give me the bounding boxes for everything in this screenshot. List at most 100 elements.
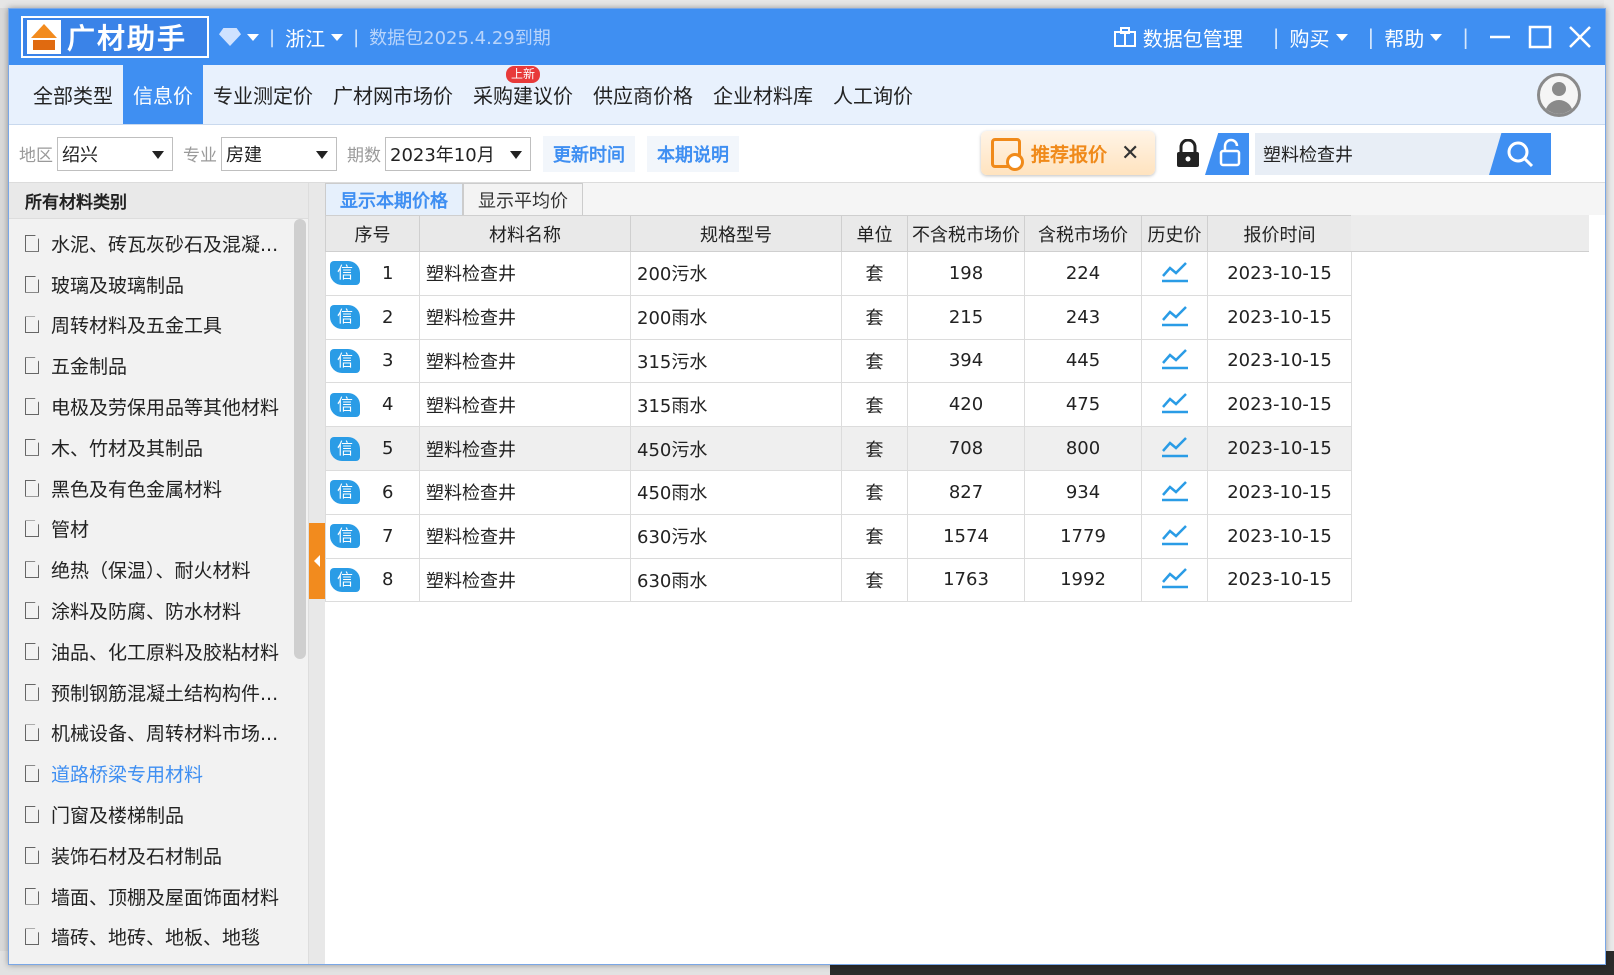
tab-professional-price[interactable]: 专业测定价 [203,65,323,124]
spec-cell: 315雨水 [630,382,842,428]
sidebar-item[interactable]: 门窗及楼梯制品 [9,794,295,835]
col-seq[interactable]: 序号 [325,215,420,252]
line-chart-icon[interactable] [1160,565,1190,589]
tab-purchase-price[interactable]: 上新 采购建议价 [463,65,583,124]
search-button[interactable] [1489,133,1551,175]
document-icon [25,316,39,334]
sidebar-item[interactable]: 周转材料及五金工具 [9,305,295,346]
sidebar-item[interactable]: 黑色及有色金属材料 [9,468,295,509]
line-chart-icon[interactable] [1160,303,1190,327]
col-spec[interactable]: 规格型号 [630,215,842,252]
col-history[interactable]: 历史价 [1141,215,1208,252]
table-row[interactable]: 信 4 塑料检查井 315雨水套 420 475 2023-10-15 [325,382,1352,428]
name-cell: 塑料检查井 [419,338,631,384]
sidebar-item-label: 墙砖、地砖、地板、地毯 [51,927,261,950]
sidebar-item-label: 电极及劳保用品等其他材料 [51,397,280,420]
close-icon[interactable]: ✕ [1121,141,1139,166]
table-row[interactable]: 信 6 塑料检查井 450雨水套 827 934 2023-10-15 [325,469,1352,515]
vip-gem-icon[interactable] [219,28,241,46]
period-select[interactable]: 2023年10月 [385,136,531,171]
sidebar-item[interactable]: 道路桥梁专用材料 [9,753,295,794]
line-chart-icon[interactable] [1160,390,1190,414]
col-date[interactable]: 报价时间 [1207,215,1352,252]
col-price-ex[interactable]: 不含税市场价 [907,215,1025,252]
maximize-button[interactable] [1521,18,1559,56]
tab-all-types[interactable]: 全部类型 [9,65,123,124]
line-chart-icon[interactable] [1160,478,1190,502]
tab-enterprise-library[interactable]: 企业材料库 [703,65,823,124]
package-status: 数据包2025.4.29到期 [369,28,551,49]
history-cell[interactable] [1141,294,1208,340]
table-row[interactable]: 信 2 塑料检查井 200雨水套 215 243 2023-10-15 [325,294,1352,340]
history-cell[interactable] [1141,513,1208,559]
unit-cell: 套 [841,338,908,384]
history-cell[interactable] [1141,382,1208,428]
avatar[interactable] [1537,73,1581,117]
recommend-price-button[interactable]: 推荐报价 ✕ [981,131,1155,175]
collapse-sidebar-button[interactable] [309,523,325,599]
history-cell[interactable] [1141,251,1208,296]
sidebar-item[interactable]: 墙面、顶棚及屋面饰面材料 [9,876,295,917]
history-cell[interactable] [1141,557,1208,603]
help-menu[interactable]: 帮助 [1384,23,1443,52]
table-row[interactable]: 信 3 塑料检查井 315污水套 394 445 2023-10-15 [325,338,1352,384]
col-unit[interactable]: 单位 [841,215,908,252]
table-row[interactable]: 信 7 塑料检查井 630污水套 1574 1779 2023-10-15 [325,513,1352,559]
sidebar-item[interactable]: 木、竹材及其制品 [9,427,295,468]
minimize-button[interactable] [1481,18,1519,56]
chevron-left-icon [314,555,320,567]
date-cell: 2023-10-15 [1207,469,1352,515]
history-cell[interactable] [1141,338,1208,384]
period-note-button[interactable]: 本期说明 [647,135,739,172]
region-dropdown[interactable]: 浙江 [285,23,344,52]
line-chart-icon[interactable] [1160,259,1190,283]
history-cell[interactable] [1141,426,1208,471]
col-price-in[interactable]: 含税市场价 [1024,215,1142,252]
table-row[interactable]: 信 8 塑料检查井 630雨水套 1763 1992 2023-10-15 [325,557,1352,603]
package-mgmt-label: 数据包管理 [1142,26,1243,51]
sidebar-item[interactable]: 墙砖、地砖、地板、地毯 [9,917,295,958]
search-input[interactable] [1255,134,1485,174]
sidebar-item[interactable]: 五金制品 [9,345,295,386]
sidebar-item-label: 黑色及有色金属材料 [51,478,223,501]
buy-menu[interactable]: 购买 [1290,23,1348,52]
sidebar-item[interactable]: 涂料及防腐、防水材料 [9,590,295,631]
tab-info-price[interactable]: 信息价 [123,65,203,124]
tab-average-price[interactable]: 显示平均价 [463,183,583,215]
table-row[interactable]: 信 1 塑料检查井 200污水套 198 224 2023-10-15 [325,251,1352,296]
tab-current-price[interactable]: 显示本期价格 [325,183,463,215]
close-button[interactable] [1561,18,1599,56]
filter-bar: 地区 绍兴 专业 房建 期数 2023年10月 更新时间 本期说明 推荐报价 ✕ [9,125,1605,183]
sidebar-item[interactable]: 电极及劳保用品等其他材料 [9,386,295,427]
unlock-button[interactable] [1205,133,1249,175]
table-row[interactable]: 信 5 塑料检查井 450污水套 708 800 2023-10-15 [325,426,1352,471]
lock-icon[interactable] [1175,139,1201,169]
line-chart-icon[interactable] [1160,346,1190,370]
update-time-button[interactable]: 更新时间 [543,135,635,172]
sidebar-item[interactable]: 管材 [9,509,295,550]
package-mgmt-button[interactable]: 数据包管理 [1113,23,1243,52]
tab-market-price[interactable]: 广材网市场价 [323,65,463,124]
price-ex-cell: 198 [907,251,1025,296]
history-cell[interactable] [1141,469,1208,515]
date-cell: 2023-10-15 [1207,251,1352,296]
sidebar-item[interactable]: 绝热（保温）、耐火材料 [9,549,295,590]
major-select[interactable]: 房建 [221,136,337,171]
sidebar-item[interactable]: 玻璃及玻璃制品 [9,264,295,305]
sidebar-item[interactable]: 水泥、砖瓦灰砂石及混凝... [9,223,295,264]
chevron-down-icon[interactable] [247,33,259,41]
line-chart-icon[interactable] [1160,522,1190,546]
col-name[interactable]: 材料名称 [419,215,631,252]
line-chart-icon[interactable] [1160,434,1190,458]
area-select[interactable]: 绍兴 [57,136,173,171]
tab-manual-inquiry[interactable]: 人工询价 [823,65,923,124]
search-icon [1507,141,1534,168]
sidebar-item[interactable]: 装饰石材及石材制品 [9,835,295,876]
tab-supplier-price[interactable]: 供应商价格 [583,65,703,124]
sidebar-item[interactable]: 预制钢筋混凝土结构构件... [9,672,295,713]
sidebar-header: 所有材料类别 [9,183,308,219]
separator: | [1367,25,1375,49]
sidebar-item[interactable]: 油品、化工原料及胶粘材料 [9,631,295,672]
sidebar-item[interactable]: 机械设备、周转材料市场... [9,713,295,754]
sidebar-scrollbar[interactable] [294,219,306,659]
